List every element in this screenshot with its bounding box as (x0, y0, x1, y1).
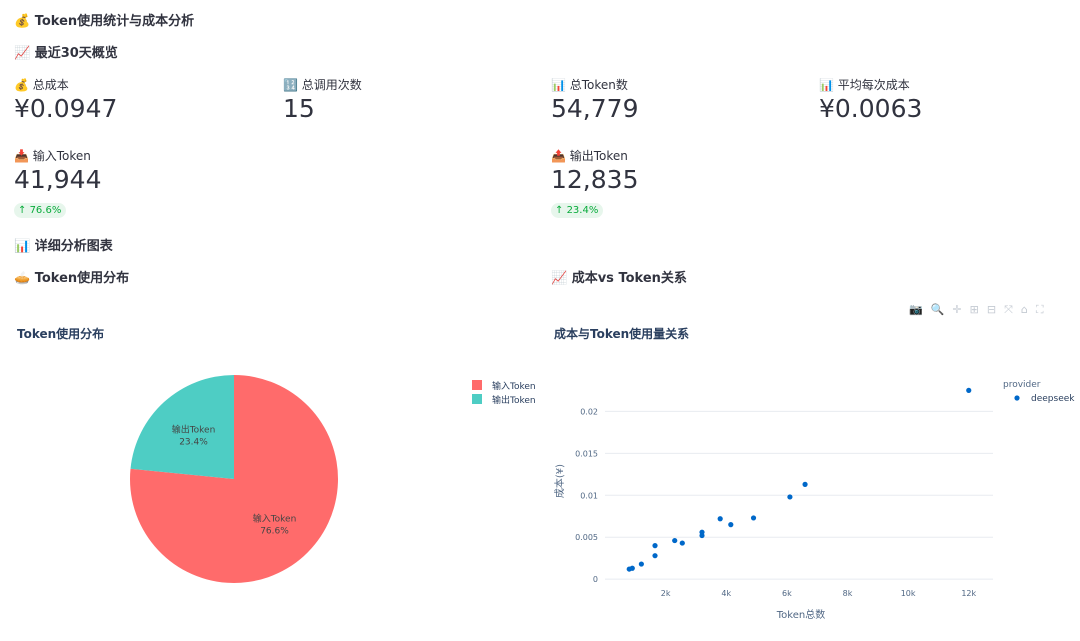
total-tokens-label: 📊 总Token数 (551, 78, 628, 92)
pie-slice-label: 输入Token (253, 513, 297, 525)
total-calls-value: 15 (283, 94, 315, 123)
scatter-point (652, 543, 658, 549)
overview-header: 📈 最近30天概览 (14, 46, 118, 61)
chart-toolbar: 📷 🔍 ✛ ⊞ ⊟ ⤧ ⌂ ⛶ (909, 303, 1044, 317)
scatter-point (966, 387, 972, 393)
detail-header: 📊 详细分析图表 (14, 239, 113, 254)
scatter-point (787, 494, 793, 500)
pie-legend-label: 输入Token (492, 380, 536, 392)
camera-icon[interactable]: 📷 (909, 303, 923, 317)
x-tick-label: 10k (901, 589, 916, 598)
pie-section-header: 🥧 Token使用分布 (14, 271, 130, 286)
pie-slice-label: 输出Token (172, 423, 216, 435)
fullscreen-icon[interactable]: ⛶ (1036, 303, 1044, 317)
zoom-icon[interactable]: 🔍 (931, 303, 945, 317)
y-tick-label: 0.005 (575, 533, 598, 542)
pan-icon[interactable]: ✛ (952, 303, 961, 317)
total-calls-label: 🔢 总调用次数 (283, 78, 362, 92)
output-tokens-label: 📤 输出Token (551, 149, 628, 163)
scatter-point (679, 540, 685, 546)
scatter-legend-marker (1014, 395, 1020, 401)
scatter-point (802, 481, 808, 487)
input-tokens-delta: ↑ 76.6% (14, 203, 67, 218)
scatter-point (717, 516, 723, 522)
input-tokens-value: 41,944 (14, 165, 102, 194)
pie-legend-swatch (472, 380, 482, 390)
scatter-point (672, 537, 678, 544)
output-tokens-delta: ↑ 23.4% (551, 203, 604, 218)
total-cost-label: 💰 总成本 (14, 78, 69, 92)
output-tokens-value: 12,835 (551, 165, 639, 194)
y-tick-label: 0.015 (575, 449, 598, 458)
scatter-legend-title: provider (1003, 380, 1041, 390)
pie-legend-swatch (472, 394, 482, 404)
zoom-in-icon[interactable]: ⊞ (970, 303, 979, 317)
x-tick-label: 2k (661, 589, 671, 598)
x-tick-label: 4k (721, 589, 731, 598)
pie-slice-percent: 76.6% (260, 527, 289, 537)
x-tick-label: 6k (782, 589, 792, 598)
scatter-point (728, 522, 734, 528)
scatter-chart: 0 0.005 0.01 0.015 0.02 2k 4k 6k 8k 10k 12k Token总数… (553, 380, 1075, 621)
pie-slice-percent: 23.4% (179, 437, 208, 447)
y-tick-label: 0.02 (580, 407, 598, 416)
avg-cost-value: ¥0.0063 (819, 94, 923, 123)
pie-legend-label: 输出Token (492, 394, 536, 406)
x-tick-label: 12k (961, 589, 976, 598)
input-tokens-label: 📥 输入Token (14, 149, 91, 163)
scatter-point (699, 532, 705, 539)
x-axis-title: Token总数 (776, 608, 825, 621)
y-tick-label: 0.01 (580, 491, 598, 500)
total-tokens-value: 54,779 (551, 94, 639, 123)
scatter-point (652, 553, 658, 559)
scatter-point (638, 561, 644, 567)
avg-cost-label: 📊 平均每次成本 (819, 78, 910, 92)
arrow-up-icon: ↑ (555, 205, 567, 216)
y-axis-title: 成本(¥) (553, 464, 566, 498)
page-title: 💰 Token使用统计与成本分析 (14, 14, 195, 29)
zoom-out-icon[interactable]: ⊟ (987, 303, 996, 317)
scatter-section-header: 📈 成本vs Token关系 (551, 271, 687, 286)
total-cost-value: ¥0.0947 (14, 94, 118, 123)
scatter-legend-label: deepseek (1031, 394, 1075, 404)
pie-chart: 输入Token 76.6% 输出Token 23.4% 输入Token 输出Token (130, 375, 536, 583)
scatter-point (750, 515, 757, 521)
x-tick-label: 8k (843, 589, 853, 598)
home-icon[interactable]: ⌂ (1021, 303, 1028, 317)
autoscale-icon[interactable]: ⤧ (1004, 303, 1013, 317)
scatter-point (629, 565, 635, 571)
y-tick-label: 0 (593, 575, 598, 584)
arrow-up-icon: ↑ (18, 205, 30, 216)
